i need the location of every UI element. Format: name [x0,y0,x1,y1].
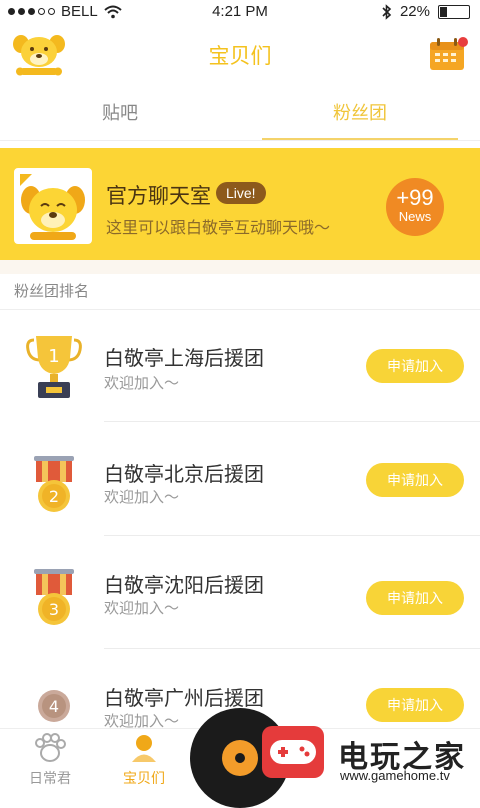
watermark-url: www.gamehome.tv [340,768,450,783]
medal-icon: 2 [24,454,84,524]
rank-number: 1 [48,346,59,367]
tab-bar: 贴吧 粉丝团 [0,86,480,141]
fan-club-name: 白敬亭沈阳后援团 [104,575,264,597]
trophy-icon: 1 [24,332,84,402]
rank-number: 3 [49,600,59,619]
gamepad-icon [262,726,324,778]
chat-room-avatar [14,168,92,244]
join-button[interactable]: 申请加入 [366,463,464,497]
list-item[interactable]: 2 白敬亭北京后援团 欢迎加入～ 申请加入 [0,424,480,536]
section-divider [0,260,480,274]
row-divider [104,421,480,422]
watermark: 电玩之家 www.gamehome.tv [190,700,480,808]
rank-number: 4 [49,697,59,716]
bottom-nav-label: 日常君 [29,770,71,786]
calendar-icon[interactable] [428,36,468,72]
bottom-nav-item-daily[interactable]: 日常君 [10,733,90,788]
bluetooth-icon [382,3,392,20]
rank-circle-icon: 4 [24,688,84,724]
paw-icon [35,733,66,762]
news-count: +99 [396,185,434,210]
page-title: 宝贝们 [208,45,272,68]
ranking-section-title: 粉丝团排名 [0,274,480,310]
bottom-nav-item-babies[interactable]: 宝贝们 [104,733,184,788]
battery-percent: 22% [399,3,430,20]
fan-club-name: 白敬亭北京后援团 [104,464,264,486]
row-divider [104,535,480,536]
news-badge[interactable]: +99 News [386,178,444,236]
fan-club-subtitle: 欢迎加入～ [104,600,180,617]
status-bar: BELL 4:21 PM 22% [0,0,480,24]
list-item[interactable]: 3 白敬亭沈阳后援团 欢迎加入～ 申请加入 [0,537,480,649]
chat-room-subtitle: 这里可以跟白敬亭互动聊天哦～ [106,220,331,237]
list-item[interactable]: 1 白敬亭上海后援团 欢迎加入～ 申请加入 [0,310,480,422]
nav-bar: 宝贝们 [0,24,480,86]
battery-icon [438,4,470,19]
join-button[interactable]: 申请加入 [366,581,464,615]
fan-club-subtitle: 欢迎加入～ [104,375,180,392]
rank-number: 2 [49,487,59,506]
live-badge: Live! [216,182,266,204]
person-icon [132,735,156,762]
join-button[interactable]: 申请加入 [366,349,464,383]
row-divider [104,648,480,649]
medal-icon: 3 [24,567,84,637]
chat-room-title: 官方聊天室 [106,185,211,208]
news-label: News [398,209,432,224]
tab-fan-club[interactable]: 粉丝团 [262,86,458,140]
fan-club-name: 白敬亭上海后援团 [104,348,264,370]
bottom-nav-label: 宝贝们 [123,770,165,786]
fan-club-subtitle: 欢迎加入～ [104,489,180,506]
official-chat-room[interactable]: 官方聊天室 Live! 这里可以跟白敬亭互动聊天哦～ +99 News [0,148,480,260]
tab-tieba[interactable]: 贴吧 [0,86,240,140]
